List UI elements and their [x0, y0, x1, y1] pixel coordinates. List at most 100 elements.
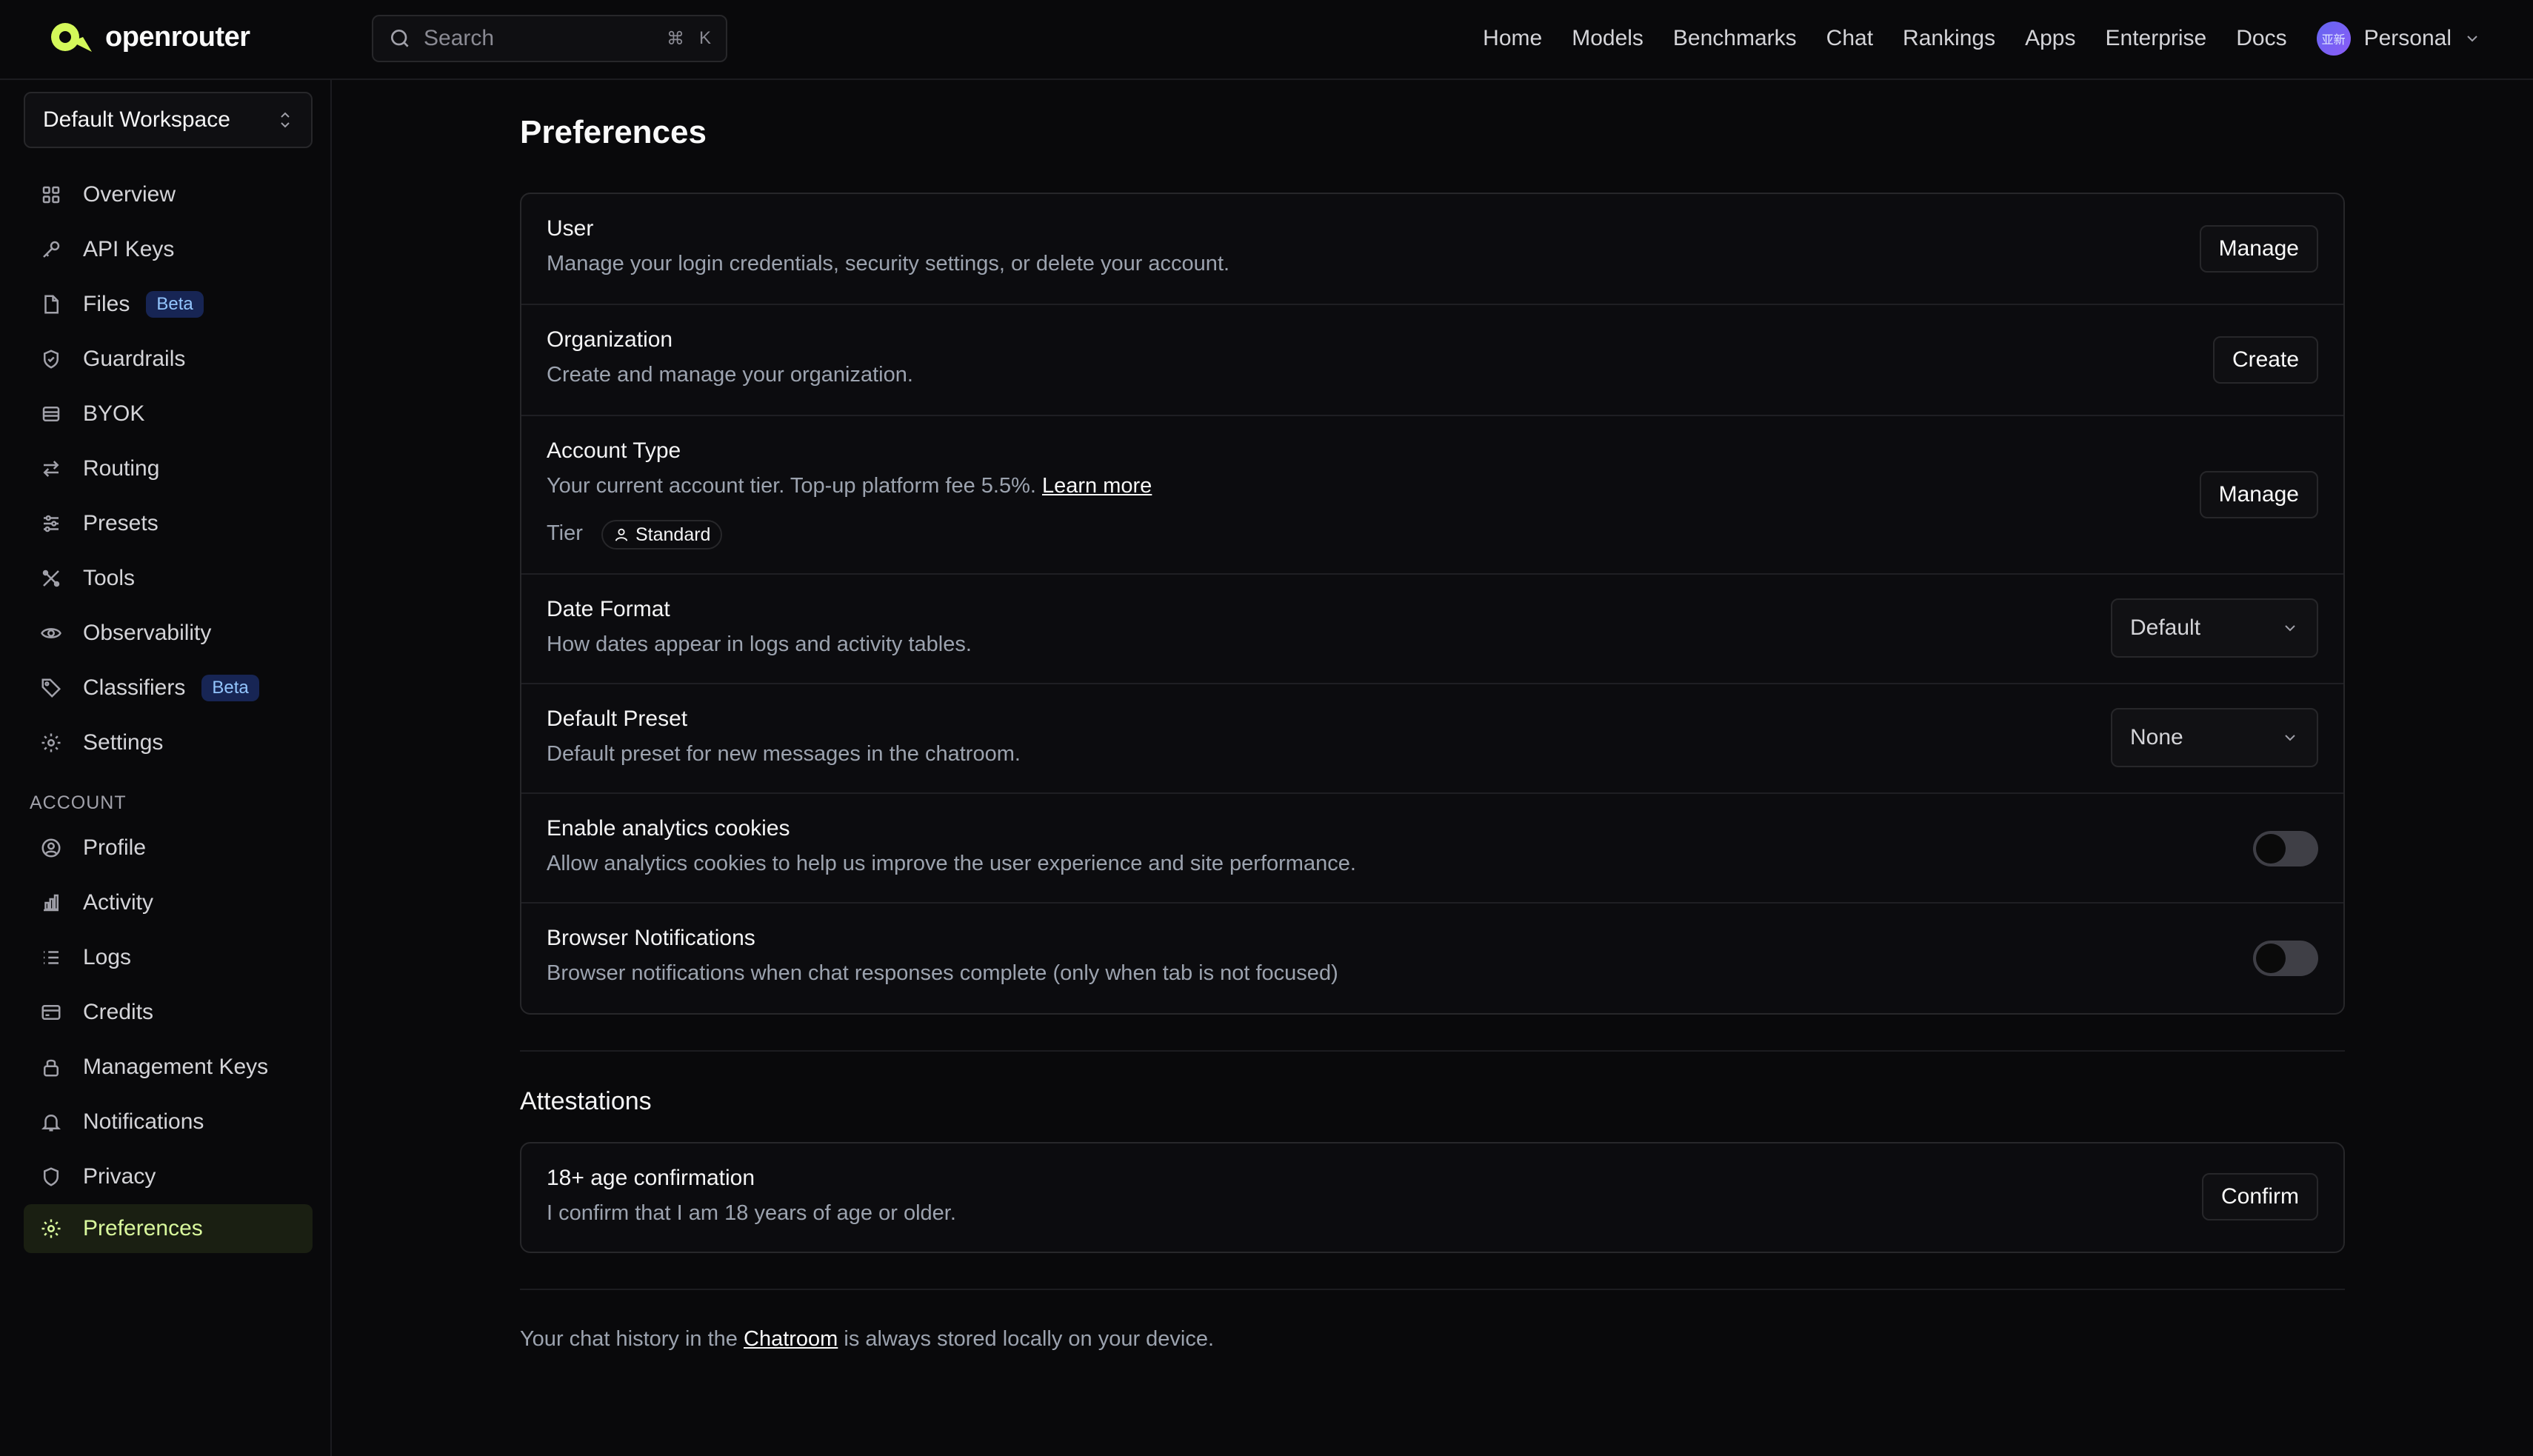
top-bar: openrouter Search ⌘ K Home Models Benchm…	[0, 0, 2533, 80]
sidebar-item-tools[interactable]: Tools	[24, 554, 313, 603]
browser-notifications-row: Browser Notifications Browser notificati…	[521, 904, 2343, 1013]
row-title: Browser Notifications	[547, 926, 755, 950]
chevron-down-icon[interactable]	[2463, 30, 2481, 47]
sidebar-item-label: Settings	[83, 730, 164, 755]
manage-user-button[interactable]: Manage	[2199, 225, 2318, 273]
confirm-age-button[interactable]: Confirm	[2201, 1173, 2318, 1220]
sidebar-item-settings[interactable]: Settings	[24, 718, 313, 767]
sidebar-item-profile[interactable]: Profile	[24, 824, 313, 872]
analytics-cookies-toggle[interactable]	[2253, 831, 2318, 866]
sidebar-item-activity[interactable]: Activity	[24, 878, 313, 927]
grid-icon	[42, 186, 60, 204]
sidebar-item-label: API Keys	[83, 237, 175, 261]
sidebar-item-observability[interactable]: Observability	[24, 609, 313, 658]
row-description: Create and manage your organization.	[547, 363, 913, 387]
sidebar-item-label: Presets	[83, 511, 158, 535]
bell-icon	[41, 1114, 61, 1132]
file-icon	[44, 295, 59, 314]
sidebar-item-notifications[interactable]: Notifications	[24, 1098, 313, 1146]
sidebar-item-management-keys[interactable]: Management Keys	[24, 1043, 313, 1092]
date-format-select[interactable]: Default	[2111, 598, 2318, 658]
note-text: is always stored locally on your device.	[844, 1327, 1215, 1351]
lock-icon	[44, 1059, 59, 1077]
sidebar-item-label: Files	[83, 292, 130, 316]
sidebar-item-label: Privacy	[83, 1164, 156, 1189]
nav-rankings[interactable]: Rankings	[1903, 26, 1995, 51]
chevron-up-down-icon	[281, 112, 290, 128]
sidebar-item-label: Profile	[83, 835, 147, 860]
nav-home[interactable]: Home	[1483, 26, 1542, 51]
shield-check-icon	[44, 350, 59, 369]
organization-row: Organization Create and manage your orga…	[521, 305, 2343, 416]
shortcut-key: K	[698, 28, 711, 48]
eye-icon	[41, 628, 61, 638]
tier-value: Standard	[635, 524, 711, 545]
search-input[interactable]: Search ⌘ K	[372, 15, 727, 62]
sidebar-item-label: Management Keys	[83, 1055, 269, 1079]
sidebar-item-api-keys[interactable]: API Keys	[24, 225, 313, 274]
tag-icon	[41, 678, 61, 698]
sidebar: Default Workspace Overview API Keys File…	[0, 80, 332, 1456]
sidebar-item-label: Logs	[83, 945, 132, 969]
account-section-heading: ACCOUNT	[30, 792, 127, 813]
attestations-card: 18+ age confirmation I confirm that I am…	[520, 1142, 2345, 1253]
workspace-name: Default Workspace	[43, 107, 230, 132]
row-title: Account Type	[547, 438, 681, 463]
sidebar-item-label: Credits	[83, 1000, 154, 1024]
sidebar-item-label: Observability	[83, 621, 212, 645]
date-format-row: Date Format How dates appear in logs and…	[521, 575, 2343, 684]
page-title: Preferences	[520, 114, 707, 150]
account-switcher[interactable]: Personal	[2364, 26, 2452, 51]
row-description: How dates appear in logs and activity ta…	[547, 632, 972, 656]
selected-value: Default	[2130, 615, 2201, 640]
key-icon	[43, 241, 60, 258]
openrouter-logo-icon	[51, 23, 92, 52]
browser-notifications-toggle[interactable]	[2253, 941, 2318, 976]
selected-value: None	[2130, 725, 2183, 749]
row-description: Your current account tier. Top-up platfo…	[547, 474, 1152, 498]
row-description: Default preset for new messages in the c…	[547, 742, 1021, 766]
sidebar-item-label: Classifiers	[83, 675, 186, 700]
row-description: Allow analytics cookies to help us impro…	[547, 852, 1356, 875]
sliders-icon	[44, 515, 59, 532]
bar-chart-icon	[44, 894, 59, 912]
main-nav: Home Models Benchmarks Chat Rankings App…	[1453, 0, 2481, 77]
manage-account-type-button[interactable]: Manage	[2199, 471, 2318, 518]
sidebar-item-preferences[interactable]: Preferences	[24, 1204, 313, 1253]
nav-docs[interactable]: Docs	[2236, 26, 2286, 51]
default-preset-select[interactable]: None	[2111, 708, 2318, 767]
sidebar-item-label: Overview	[83, 182, 176, 207]
note-text: Your chat history in the	[520, 1327, 738, 1351]
age-confirmation-row: 18+ age confirmation I confirm that I am…	[521, 1143, 2343, 1252]
create-organization-button[interactable]: Create	[2212, 336, 2318, 384]
sidebar-item-logs[interactable]: Logs	[24, 933, 313, 982]
sidebar-item-overview[interactable]: Overview	[24, 170, 313, 219]
nav-benchmarks[interactable]: Benchmarks	[1673, 26, 1797, 51]
tier-badge: Standard	[601, 520, 723, 550]
nav-models[interactable]: Models	[1572, 26, 1643, 51]
chevron-down-icon	[2285, 625, 2295, 632]
chatroom-link[interactable]: Chatroom	[744, 1327, 838, 1351]
nav-apps[interactable]: Apps	[2025, 26, 2075, 51]
nav-enterprise[interactable]: Enterprise	[2106, 26, 2207, 51]
avatar[interactable]: 亚新	[2316, 21, 2351, 56]
chat-history-note: Your chat history in the Chatroom is alw…	[520, 1327, 1214, 1352]
account-type-row: Account Type Your current account tier. …	[521, 416, 2343, 575]
sidebar-item-routing[interactable]: Routing	[24, 444, 313, 493]
logo[interactable]: openrouter	[49, 19, 250, 55]
sidebar-item-credits[interactable]: Credits	[24, 988, 313, 1037]
chevron-down-icon	[2285, 735, 2295, 741]
sidebar-item-guardrails[interactable]: Guardrails	[24, 335, 313, 384]
divider	[520, 1289, 2345, 1290]
sidebar-item-presets[interactable]: Presets	[24, 499, 313, 548]
row-title: 18+ age confirmation	[547, 1166, 755, 1190]
nav-chat[interactable]: Chat	[1826, 26, 1873, 51]
sidebar-item-byok[interactable]: BYOK	[24, 390, 313, 438]
workspace-selector[interactable]: Default Workspace	[24, 92, 313, 148]
learn-more-link[interactable]: Learn more	[1042, 474, 1152, 498]
sidebar-item-files[interactable]: Files Beta	[24, 280, 313, 329]
brand-name: openrouter	[105, 21, 250, 53]
sidebar-item-privacy[interactable]: Privacy	[24, 1152, 313, 1201]
toggle-knob	[2256, 944, 2286, 973]
sidebar-item-classifiers[interactable]: Classifiers Beta	[24, 664, 313, 712]
